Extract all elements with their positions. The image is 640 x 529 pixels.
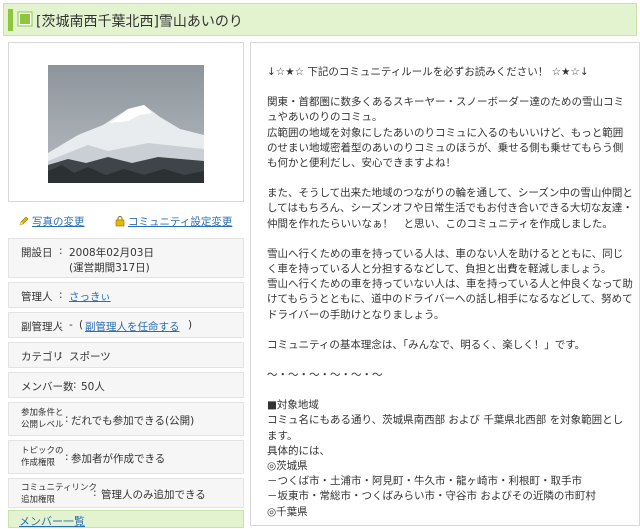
- description-line: 関東・首都圏に数多くあるスキーヤー・スノーボーダー達のための雪山コミュやあいのり…: [267, 96, 624, 124]
- community-header: [茨城南西千葉北西]雪山あいのり: [3, 3, 637, 36]
- public-level-label: 公開レベル: [21, 420, 64, 430]
- subadmin-dash: -: [69, 319, 73, 331]
- join-condition-value: だれでも参加できる(公開): [71, 415, 195, 427]
- pencil-icon: [19, 216, 29, 226]
- category-value: スポーツ: [69, 351, 111, 363]
- appoint-subadmin-link[interactable]: 副管理人を任命する: [85, 319, 180, 334]
- operating-period: (運営期間317日): [69, 262, 150, 274]
- description-line: 具体的には、: [267, 444, 330, 457]
- member-count-label: メンバー数: [21, 381, 74, 393]
- member-list-link[interactable]: メンバー一覧: [19, 513, 85, 529]
- description-line: ～・～・～・～・～・～: [267, 369, 383, 382]
- description-line: 広範囲の地域を対象にしたあいのりコミュに入るのもいいけど、もっと範囲のせまい地域…: [267, 126, 624, 170]
- community-photo: [48, 65, 204, 183]
- description-line: コミュニティの基本理念は、「みんなで、明るく、楽しく！」です。: [267, 338, 586, 351]
- community-photo-box: [8, 42, 244, 202]
- community-link-label: コミュニティリンク: [21, 483, 97, 493]
- community-link-label-2: 追加権限: [21, 495, 56, 505]
- admin-link[interactable]: さっきぃ: [69, 289, 111, 304]
- topic-permission-label-2: 作成権限: [21, 458, 56, 468]
- member-count-value: 50人: [81, 381, 105, 393]
- description-line: －坂東市・常総市・つくばみらい市・守谷市 およびその近隣の市町村: [267, 490, 596, 503]
- description-line: ◎茨城県: [267, 460, 308, 473]
- settings-change-link[interactable]: コミュニティ設定変更: [114, 214, 232, 229]
- member-count-row: メンバー数 : 50人: [8, 372, 244, 398]
- topic-permission-value: 参加者が作成できる: [71, 453, 166, 465]
- description-line: ◎千葉県: [267, 505, 308, 518]
- admin-row: 管理人 : さっきぃ: [8, 282, 244, 308]
- sidebar-actions: 写真の変更 コミュニティ設定変更: [8, 208, 244, 234]
- member-list-header[interactable]: メンバー一覧: [8, 510, 244, 528]
- photo-change-link[interactable]: 写真の変更: [18, 214, 85, 229]
- description-line: ■対象地域: [267, 399, 319, 412]
- topic-permission-label: トピックの: [21, 446, 64, 456]
- opened-date-row: 開設日 : 2008年02月03日 (運営期間317日): [8, 238, 244, 278]
- description-line: また、そうして出来た地域のつながりの輪を通して、シーズン中の雪山仲間としてはもち…: [267, 187, 633, 230]
- description-line: －つくば市・土浦市・阿見町・牛久市・龍ヶ崎市・利根町・取手市: [267, 475, 582, 488]
- subadmin-label: 副管理人: [21, 321, 63, 333]
- topic-permission-row: トピックの 作成権限 : 参加者が作成できる: [8, 440, 244, 474]
- opened-value: 2008年02月03日: [69, 247, 154, 259]
- community-link-value: 管理人のみ追加できる: [101, 489, 206, 501]
- community-icon: [17, 11, 33, 27]
- header-accent-bar: [8, 9, 13, 31]
- subadmin-row: 副管理人 : - ( 副管理人を任命する ): [8, 312, 244, 338]
- community-description-panel: ↓☆★☆ 下記のコミュニティルールを必ずお読みください！ ☆★☆↓ 関東・首都圏に…: [250, 42, 640, 526]
- community-link-row: コミュニティリンク 追加権限 : 管理人のみ追加できる: [8, 478, 244, 508]
- community-description: ↓☆★☆ 下記のコミュニティルールを必ずお読みください！ ☆★☆↓ 関東・首都圏に…: [267, 65, 633, 520]
- join-condition-label: 参加条件と: [21, 408, 64, 418]
- description-line: 雪山へ行くための車を持っていない人は、車を持っている人と仲良くなって助けてもらう…: [267, 278, 633, 321]
- description-line: ↓☆★☆ 下記のコミュニティルールを必ずお読みください！ ☆★☆↓: [267, 66, 589, 78]
- description-line: 雪山へ行くための車を持っている人は、車のない人を助けるとともに、同じく車を持って…: [267, 247, 624, 276]
- admin-label: 管理人: [21, 291, 53, 303]
- community-sidebar: 写真の変更 コミュニティ設定変更 開設日 : 2008年02月03日 (運営期間…: [8, 42, 244, 528]
- lock-icon: [115, 216, 125, 227]
- category-row: カテゴリ : スポーツ: [8, 342, 244, 368]
- page-title: [茨城南西千葉北西]雪山あいのり: [36, 14, 243, 30]
- category-label: カテゴリ: [21, 351, 63, 363]
- join-condition-row: 参加条件と 公開レベル : だれでも参加できる(公開): [8, 402, 244, 436]
- description-line: コミュ名にもある通り、茨城県南西部 および 千葉県北西部 を対象範囲とします。: [267, 414, 624, 442]
- opened-label: 開設日: [21, 247, 53, 259]
